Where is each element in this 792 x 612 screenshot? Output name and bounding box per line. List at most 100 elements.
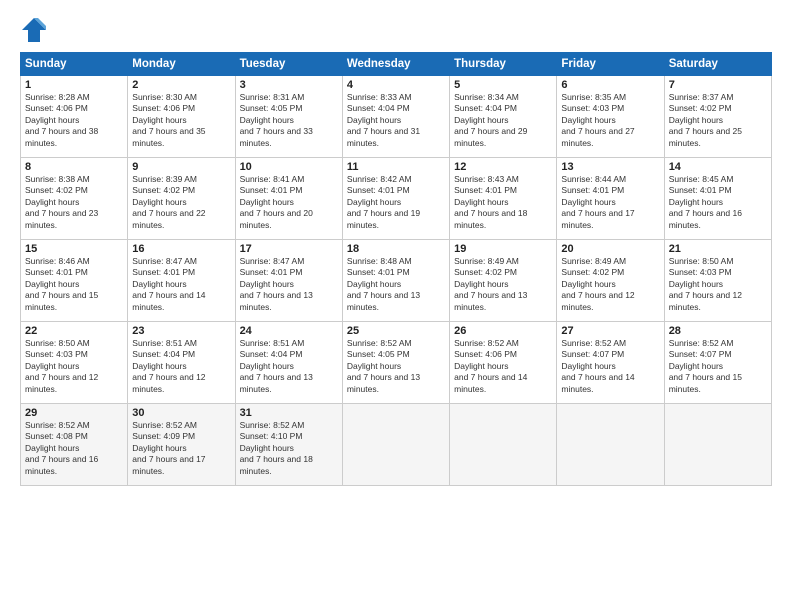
calendar-cell: 7 Sunrise: 8:37 AMSunset: 4:02 PMDayligh… <box>664 76 771 158</box>
calendar-cell: 12 Sunrise: 8:43 AMSunset: 4:01 PMDaylig… <box>450 158 557 240</box>
calendar-cell: 31 Sunrise: 8:52 AMSunset: 4:10 PMDaylig… <box>235 404 342 486</box>
day-number: 29 <box>25 407 123 419</box>
calendar-cell: 30 Sunrise: 8:52 AMSunset: 4:09 PMDaylig… <box>128 404 235 486</box>
day-info: Sunrise: 8:51 AMSunset: 4:04 PMDaylight … <box>132 338 230 395</box>
calendar-cell: 9 Sunrise: 8:39 AMSunset: 4:02 PMDayligh… <box>128 158 235 240</box>
day-info: Sunrise: 8:38 AMSunset: 4:02 PMDaylight … <box>25 174 123 231</box>
calendar-cell: 2 Sunrise: 8:30 AMSunset: 4:06 PMDayligh… <box>128 76 235 158</box>
day-number: 3 <box>240 79 338 91</box>
calendar-cell: 8 Sunrise: 8:38 AMSunset: 4:02 PMDayligh… <box>21 158 128 240</box>
logo <box>20 16 52 44</box>
calendar-cell <box>450 404 557 486</box>
calendar-cell <box>342 404 449 486</box>
calendar-cell: 22 Sunrise: 8:50 AMSunset: 4:03 PMDaylig… <box>21 322 128 404</box>
calendar-cell: 1 Sunrise: 8:28 AMSunset: 4:06 PMDayligh… <box>21 76 128 158</box>
day-info: Sunrise: 8:52 AMSunset: 4:07 PMDaylight … <box>561 338 659 395</box>
day-info: Sunrise: 8:39 AMSunset: 4:02 PMDaylight … <box>132 174 230 231</box>
calendar-cell: 18 Sunrise: 8:48 AMSunset: 4:01 PMDaylig… <box>342 240 449 322</box>
day-number: 13 <box>561 161 659 173</box>
calendar-cell <box>664 404 771 486</box>
day-number: 21 <box>669 243 767 255</box>
calendar-cell <box>557 404 664 486</box>
day-info: Sunrise: 8:45 AMSunset: 4:01 PMDaylight … <box>669 174 767 231</box>
calendar-body: 1 Sunrise: 8:28 AMSunset: 4:06 PMDayligh… <box>21 76 772 486</box>
day-number: 26 <box>454 325 552 337</box>
day-info: Sunrise: 8:35 AMSunset: 4:03 PMDaylight … <box>561 92 659 149</box>
calendar-cell: 20 Sunrise: 8:49 AMSunset: 4:02 PMDaylig… <box>557 240 664 322</box>
calendar-cell: 25 Sunrise: 8:52 AMSunset: 4:05 PMDaylig… <box>342 322 449 404</box>
day-number: 8 <box>25 161 123 173</box>
day-number: 15 <box>25 243 123 255</box>
header-monday: Monday <box>128 53 235 76</box>
day-number: 22 <box>25 325 123 337</box>
calendar-cell: 6 Sunrise: 8:35 AMSunset: 4:03 PMDayligh… <box>557 76 664 158</box>
day-info: Sunrise: 8:47 AMSunset: 4:01 PMDaylight … <box>132 256 230 313</box>
day-number: 1 <box>25 79 123 91</box>
calendar-cell: 16 Sunrise: 8:47 AMSunset: 4:01 PMDaylig… <box>128 240 235 322</box>
day-number: 23 <box>132 325 230 337</box>
calendar-cell: 15 Sunrise: 8:46 AMSunset: 4:01 PMDaylig… <box>21 240 128 322</box>
calendar-cell: 4 Sunrise: 8:33 AMSunset: 4:04 PMDayligh… <box>342 76 449 158</box>
day-info: Sunrise: 8:30 AMSunset: 4:06 PMDaylight … <box>132 92 230 149</box>
day-number: 7 <box>669 79 767 91</box>
calendar-page: SundayMondayTuesdayWednesdayThursdayFrid… <box>0 0 792 612</box>
calendar-cell: 3 Sunrise: 8:31 AMSunset: 4:05 PMDayligh… <box>235 76 342 158</box>
day-number: 27 <box>561 325 659 337</box>
day-info: Sunrise: 8:34 AMSunset: 4:04 PMDaylight … <box>454 92 552 149</box>
day-number: 19 <box>454 243 552 255</box>
day-info: Sunrise: 8:28 AMSunset: 4:06 PMDaylight … <box>25 92 123 149</box>
day-info: Sunrise: 8:52 AMSunset: 4:09 PMDaylight … <box>132 420 230 477</box>
day-number: 30 <box>132 407 230 419</box>
day-number: 4 <box>347 79 445 91</box>
day-number: 25 <box>347 325 445 337</box>
calendar-cell: 13 Sunrise: 8:44 AMSunset: 4:01 PMDaylig… <box>557 158 664 240</box>
day-info: Sunrise: 8:52 AMSunset: 4:05 PMDaylight … <box>347 338 445 395</box>
header <box>20 16 772 44</box>
day-number: 5 <box>454 79 552 91</box>
day-info: Sunrise: 8:33 AMSunset: 4:04 PMDaylight … <box>347 92 445 149</box>
day-number: 10 <box>240 161 338 173</box>
header-sunday: Sunday <box>21 53 128 76</box>
calendar-cell: 29 Sunrise: 8:52 AMSunset: 4:08 PMDaylig… <box>21 404 128 486</box>
calendar-cell: 10 Sunrise: 8:41 AMSunset: 4:01 PMDaylig… <box>235 158 342 240</box>
day-number: 2 <box>132 79 230 91</box>
header-wednesday: Wednesday <box>342 53 449 76</box>
logo-icon <box>20 16 48 44</box>
day-number: 28 <box>669 325 767 337</box>
week-row-1: 8 Sunrise: 8:38 AMSunset: 4:02 PMDayligh… <box>21 158 772 240</box>
day-number: 31 <box>240 407 338 419</box>
header-thursday: Thursday <box>450 53 557 76</box>
day-number: 16 <box>132 243 230 255</box>
day-info: Sunrise: 8:52 AMSunset: 4:07 PMDaylight … <box>669 338 767 395</box>
calendar-cell: 28 Sunrise: 8:52 AMSunset: 4:07 PMDaylig… <box>664 322 771 404</box>
day-info: Sunrise: 8:52 AMSunset: 4:08 PMDaylight … <box>25 420 123 477</box>
week-row-3: 22 Sunrise: 8:50 AMSunset: 4:03 PMDaylig… <box>21 322 772 404</box>
day-info: Sunrise: 8:50 AMSunset: 4:03 PMDaylight … <box>669 256 767 313</box>
calendar-cell: 19 Sunrise: 8:49 AMSunset: 4:02 PMDaylig… <box>450 240 557 322</box>
day-number: 6 <box>561 79 659 91</box>
day-number: 17 <box>240 243 338 255</box>
calendar-cell: 23 Sunrise: 8:51 AMSunset: 4:04 PMDaylig… <box>128 322 235 404</box>
calendar-cell: 17 Sunrise: 8:47 AMSunset: 4:01 PMDaylig… <box>235 240 342 322</box>
day-number: 18 <box>347 243 445 255</box>
calendar-cell: 21 Sunrise: 8:50 AMSunset: 4:03 PMDaylig… <box>664 240 771 322</box>
day-number: 20 <box>561 243 659 255</box>
day-info: Sunrise: 8:49 AMSunset: 4:02 PMDaylight … <box>454 256 552 313</box>
day-number: 12 <box>454 161 552 173</box>
day-info: Sunrise: 8:47 AMSunset: 4:01 PMDaylight … <box>240 256 338 313</box>
calendar-cell: 5 Sunrise: 8:34 AMSunset: 4:04 PMDayligh… <box>450 76 557 158</box>
day-info: Sunrise: 8:49 AMSunset: 4:02 PMDaylight … <box>561 256 659 313</box>
day-info: Sunrise: 8:52 AMSunset: 4:10 PMDaylight … <box>240 420 338 477</box>
calendar-table: SundayMondayTuesdayWednesdayThursdayFrid… <box>20 52 772 486</box>
day-number: 14 <box>669 161 767 173</box>
week-row-4: 29 Sunrise: 8:52 AMSunset: 4:08 PMDaylig… <box>21 404 772 486</box>
day-info: Sunrise: 8:52 AMSunset: 4:06 PMDaylight … <box>454 338 552 395</box>
day-info: Sunrise: 8:41 AMSunset: 4:01 PMDaylight … <box>240 174 338 231</box>
day-info: Sunrise: 8:48 AMSunset: 4:01 PMDaylight … <box>347 256 445 313</box>
calendar-cell: 26 Sunrise: 8:52 AMSunset: 4:06 PMDaylig… <box>450 322 557 404</box>
day-info: Sunrise: 8:37 AMSunset: 4:02 PMDaylight … <box>669 92 767 149</box>
calendar-cell: 11 Sunrise: 8:42 AMSunset: 4:01 PMDaylig… <box>342 158 449 240</box>
week-row-0: 1 Sunrise: 8:28 AMSunset: 4:06 PMDayligh… <box>21 76 772 158</box>
calendar-cell: 14 Sunrise: 8:45 AMSunset: 4:01 PMDaylig… <box>664 158 771 240</box>
day-number: 9 <box>132 161 230 173</box>
